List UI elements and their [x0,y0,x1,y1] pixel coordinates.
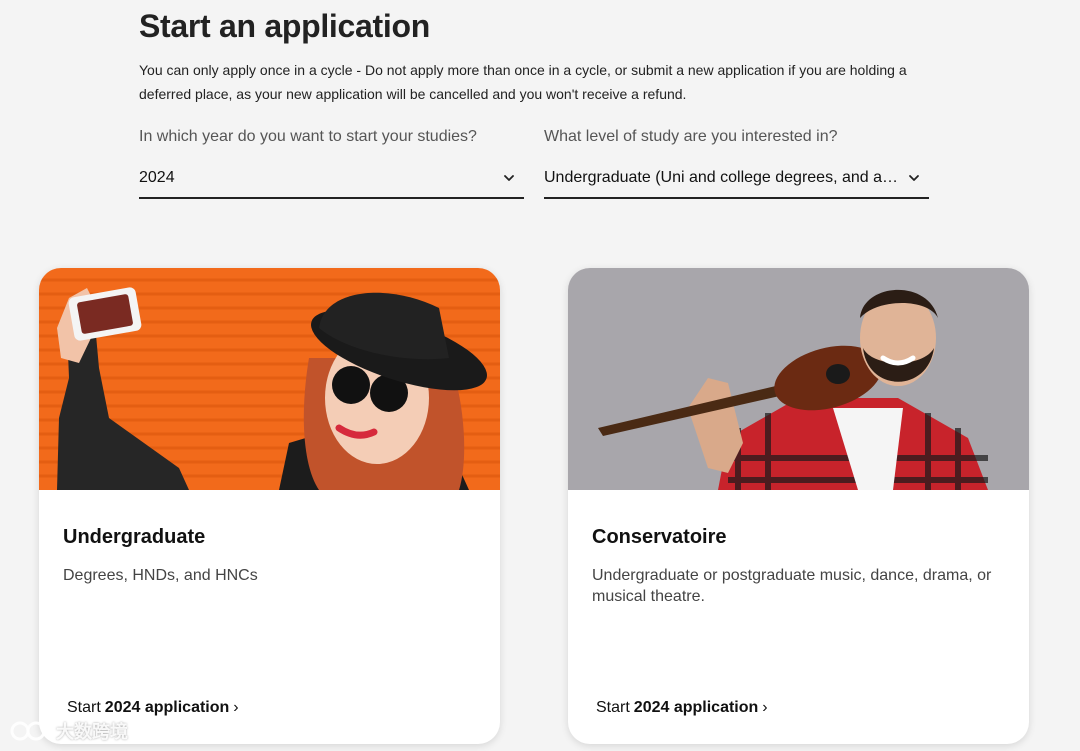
chevron-down-icon [909,174,919,181]
undergraduate-card[interactable]: Undergraduate Degrees, HNDs, and HNCs St… [39,268,500,744]
application-page: Start an application You can only apply … [0,0,1080,751]
undergraduate-card-title: Undergraduate [63,526,206,548]
level-select-value: Undergraduate (Uni and college degrees, … [544,168,904,186]
watermark-logo-icon [10,721,46,741]
conservatoire-card-description: Undergraduate or postgraduate music, dan… [592,567,992,605]
guitar-soundhole [826,364,850,384]
link-bold-text: 2024 application [104,699,230,716]
level-select[interactable]: Undergraduate (Uni and college degrees, … [544,158,929,199]
link-prefix: Start [596,699,630,716]
page-title: Start an application [139,8,430,44]
year-select-value: 2024 [139,168,175,186]
year-field-label: In which year do you want to start your … [139,128,477,145]
chevron-right-icon: › [762,699,768,716]
conservatoire-card-image [568,268,1029,490]
undergraduate-card-description: Degrees, HNDs, and HNCs [63,567,258,584]
link-prefix: Start [67,699,101,716]
start-conservatoire-application-link[interactable]: Start 2024 application › [596,699,768,717]
chevron-down-icon [504,174,514,181]
start-undergraduate-application-link[interactable]: Start 2024 application › [67,699,239,717]
link-bold-text: 2024 application [633,699,759,716]
sunglass-left [332,366,370,404]
conservatoire-card[interactable]: Conservatoire Undergraduate or postgradu… [568,268,1029,744]
application-notice: You can only apply once in a cycle - Do … [139,62,907,102]
watermark-text: 大数跨境 [56,722,128,742]
conservatoire-card-title: Conservatoire [592,526,727,548]
level-field-label: What level of study are you interested i… [544,128,838,145]
watermark: 大数跨境 [10,718,128,744]
undergraduate-card-image [39,268,500,490]
year-select[interactable]: 2024 [139,158,524,199]
chevron-right-icon: › [233,699,239,716]
